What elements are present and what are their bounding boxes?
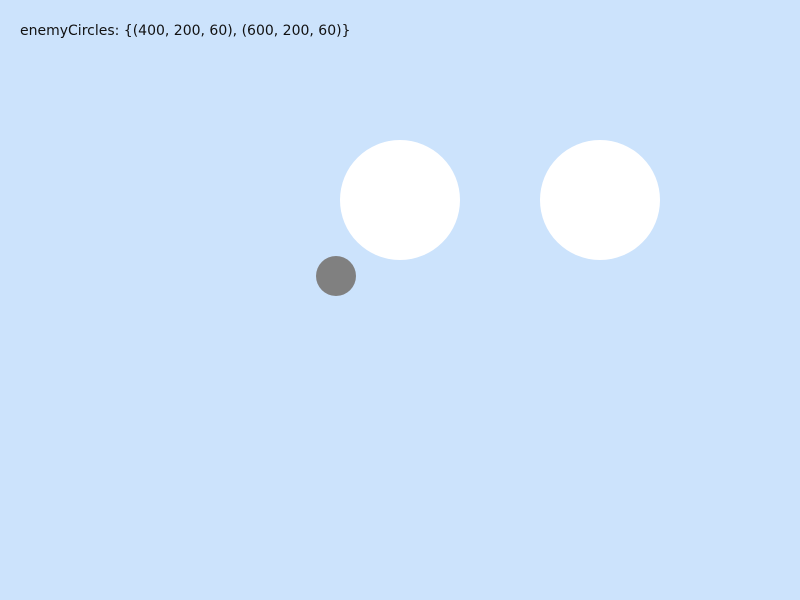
- enemy-circles-debug-text: enemyCircles: {(400, 200, 60), (600, 200…: [20, 23, 351, 39]
- enemy-circle: [340, 140, 460, 260]
- enemy-circle: [540, 140, 660, 260]
- player-circle[interactable]: [316, 256, 356, 296]
- game-canvas[interactable]: enemyCircles: {(400, 200, 60), (600, 200…: [0, 0, 800, 600]
